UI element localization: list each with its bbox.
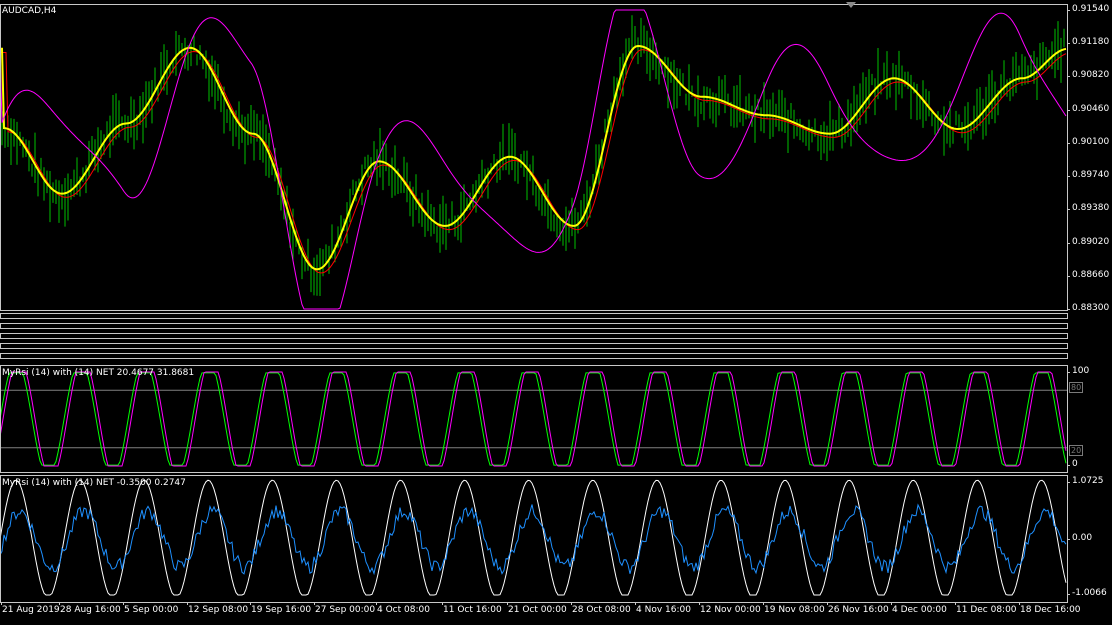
price-tick: 0.89020 xyxy=(1066,236,1110,247)
price-tick: 0.91180 xyxy=(1066,37,1110,48)
rsi-1-level-low: 20 xyxy=(1069,445,1084,456)
empty-indicator-window[interactable] xyxy=(0,353,1068,359)
price-tick: 0.90460 xyxy=(1066,103,1110,114)
rsi-1-tick-top: 100 xyxy=(1066,366,1090,376)
time-tick: 28 Oct 08:00 xyxy=(571,602,631,615)
time-tick: 21 Oct 00:00 xyxy=(507,602,567,615)
empty-indicator-window[interactable] xyxy=(0,333,1068,339)
rsi-2-tick-mid: 0.00 xyxy=(1066,533,1093,543)
time-tick: 11 Oct 16:00 xyxy=(442,602,502,615)
rsi-1-tick-bottom: 0 xyxy=(1067,459,1078,469)
time-tick: 26 Nov 16:00 xyxy=(827,602,889,615)
time-tick: 28 Aug 16:00 xyxy=(59,602,121,615)
rsi-1-level-high: 80 xyxy=(1069,382,1084,393)
empty-indicator-window[interactable] xyxy=(0,323,1068,329)
time-tick: 19 Nov 08:00 xyxy=(763,602,825,615)
price-axis: 0.91540 0.91180 0.90820 0.90460 0.90100 0.897… xyxy=(1066,0,1112,313)
price-tick: 0.90100 xyxy=(1066,136,1110,147)
rsi-pane-1-label: MyRsi (14) with (14) NET 20.4677 31.8681 xyxy=(2,368,195,378)
rsi-pane-1[interactable]: MyRsi (14) with (14) NET 20.4677 31.8681 xyxy=(0,365,1068,473)
rsi-2-tick-top: 1.0725 xyxy=(1067,476,1104,486)
time-tick: 12 Nov 00:00 xyxy=(699,602,761,615)
time-axis: 21 Aug 2019 28 Aug 16:00 5 Sep 00:00 12 Sep… xyxy=(0,602,1081,625)
time-tick: 18 Dec 16:00 xyxy=(1019,602,1081,615)
time-tick: 11 Dec 08:00 xyxy=(955,602,1017,615)
price-chart-pane[interactable]: AUDCAD,H4 xyxy=(0,0,1068,311)
time-tick: 21 Aug 2019 xyxy=(1,602,60,615)
rsi-chart-2 xyxy=(0,479,1067,596)
price-tick: 0.89380 xyxy=(1066,203,1110,214)
time-tick: 19 Sep 16:00 xyxy=(249,602,312,615)
rsi-pane-2[interactable]: MyRsi (14) with (14) NET -0.3500 0.2747 xyxy=(0,475,1068,603)
rsi-2-tick-bottom: -1.0066 xyxy=(1067,588,1107,598)
time-tick: 27 Sep 00:00 xyxy=(313,602,376,615)
price-tick: 0.88660 xyxy=(1066,269,1110,280)
rsi-pane-2-label: MyRsi (14) with (14) NET -0.3500 0.2747 xyxy=(2,478,186,488)
time-tick: 12 Sep 08:00 xyxy=(186,602,249,615)
time-tick: 4 Nov 16:00 xyxy=(635,602,691,615)
rsi-2-line-a xyxy=(0,479,1067,596)
time-tick: 4 Dec 00:00 xyxy=(891,602,947,615)
price-tick: 0.88300 xyxy=(1066,303,1110,313)
price-tick: 0.91540 xyxy=(1066,4,1110,14)
time-tick: 5 Sep 00:00 xyxy=(122,602,179,615)
price-chart xyxy=(0,9,1067,310)
symbol-timeframe-label: AUDCAD,H4 xyxy=(2,6,57,16)
rsi-1-axis: 100 80 20 0 xyxy=(1066,365,1112,473)
rsi-2-axis: 1.0725 0.00 -1.0066 xyxy=(1066,475,1112,603)
price-tick: 0.89740 xyxy=(1066,170,1110,181)
empty-indicator-window[interactable] xyxy=(0,313,1068,319)
empty-indicator-window[interactable] xyxy=(0,343,1068,349)
rsi-chart-1 xyxy=(0,371,1068,467)
time-tick: 4 Oct 08:00 xyxy=(376,602,430,615)
chart-shift-marker[interactable] xyxy=(846,2,856,8)
price-tick: 0.90820 xyxy=(1066,70,1110,81)
